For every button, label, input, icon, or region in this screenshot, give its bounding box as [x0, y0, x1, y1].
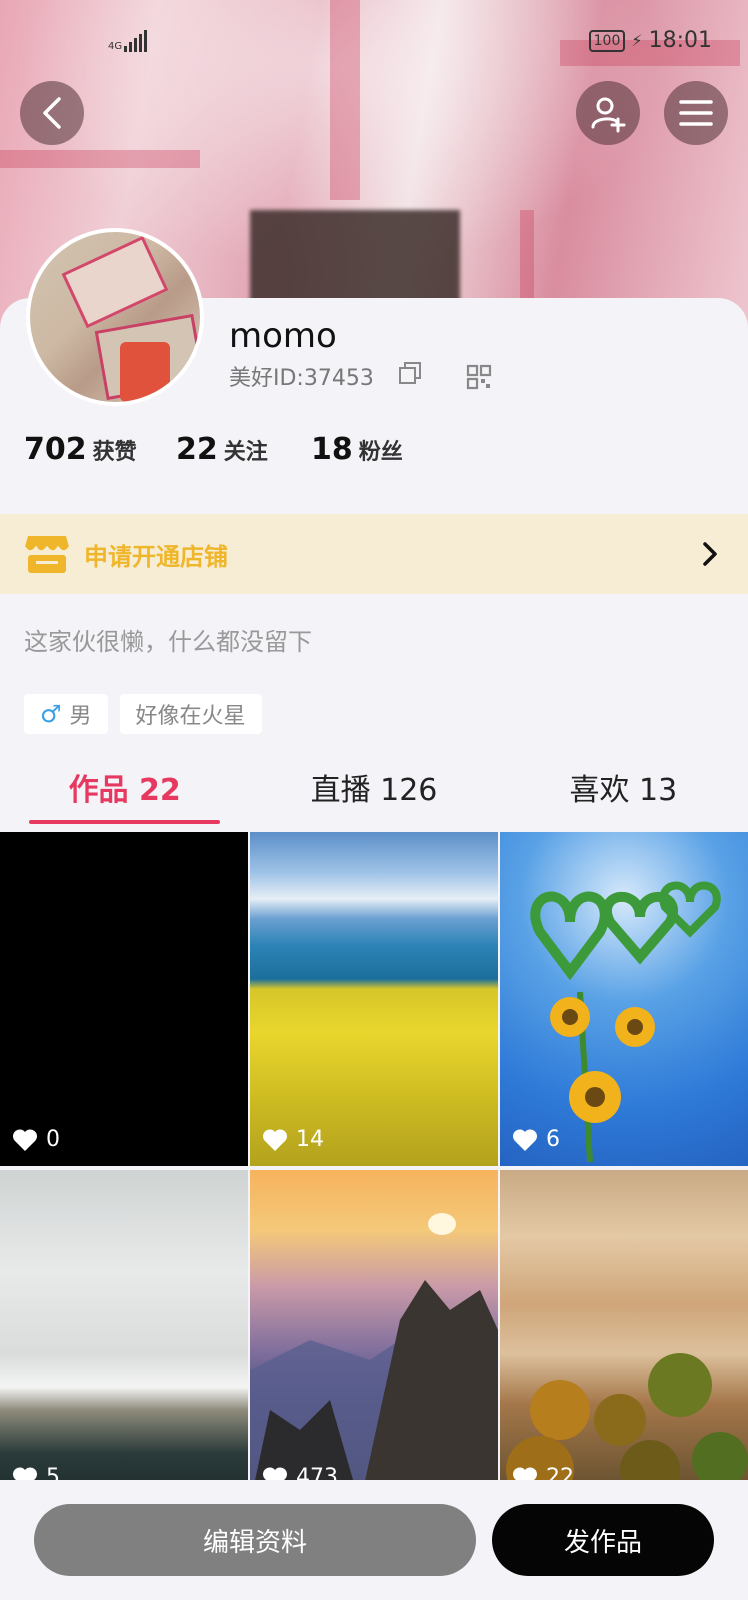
charging-icon: ⚡	[631, 31, 643, 50]
open-shop-label: 申请开通店铺	[84, 542, 228, 571]
open-shop-banner[interactable]: 申请开通店铺	[0, 514, 748, 594]
shop-icon	[24, 536, 70, 573]
heart-icon	[262, 1128, 288, 1151]
edit-profile-button[interactable]: 编辑资料	[34, 1504, 476, 1576]
male-icon: ♂	[40, 700, 62, 728]
desert-graphic	[506, 1353, 748, 1482]
mountain-graphic	[250, 1213, 498, 1482]
battery-icon: 100	[588, 29, 626, 52]
menu-button[interactable]	[664, 81, 728, 145]
active-tab-indicator	[29, 820, 221, 824]
video-thumbnail[interactable]: 14	[250, 832, 498, 1166]
tab-live[interactable]: 直播 126	[249, 768, 498, 824]
status-bar: 4G 100 ⚡ 18:01	[0, 28, 748, 60]
username: momo	[229, 316, 337, 356]
chevron-left-icon	[43, 97, 61, 129]
stat-followers[interactable]: 18 粉丝	[311, 432, 403, 467]
user-id: 美好ID:37453	[229, 366, 374, 391]
video-thumbnail[interactable]: 473	[250, 1170, 498, 1482]
stat-following[interactable]: 22 关注	[176, 432, 311, 467]
video-thumbnail[interactable]: 5	[0, 1170, 248, 1482]
bio-text: 这家伙很懒，什么都没留下	[24, 628, 312, 656]
gender-tag: ♂ 男	[24, 694, 108, 734]
heart-icon	[12, 1128, 38, 1151]
video-thumbnail[interactable]: 22	[500, 1170, 748, 1482]
chevron-right-icon	[703, 542, 717, 566]
video-thumbnail[interactable]: 6	[500, 832, 748, 1166]
flower-graphic	[530, 881, 721, 1163]
video-thumbnail[interactable]: 0	[0, 832, 248, 1166]
add-user-icon	[591, 97, 626, 133]
profile-tags: ♂ 男 好像在火星	[24, 694, 262, 734]
content-tabs: 作品 22 直播 126 喜欢 13	[0, 768, 748, 824]
hamburger-menu-icon	[679, 100, 713, 126]
tab-likes[interactable]: 喜欢 13	[499, 768, 748, 824]
post-work-button[interactable]: 发作品	[492, 1504, 714, 1576]
copy-icon[interactable]	[398, 361, 422, 385]
works-grid: 0 14 6 5 473 22	[0, 832, 748, 1482]
signal-icon: 4G	[108, 30, 148, 52]
stat-likes[interactable]: 702 获赞	[24, 432, 176, 467]
profile-stats: 702 获赞 22 关注 18 粉丝	[24, 432, 403, 467]
location-tag: 好像在火星	[119, 694, 262, 734]
qr-code-icon[interactable]	[466, 364, 492, 390]
add-friend-button[interactable]	[576, 81, 640, 145]
back-button[interactable]	[20, 81, 84, 145]
bottom-action-bar: 编辑资料 发作品	[0, 1480, 748, 1600]
clock: 18:01	[648, 28, 712, 53]
avatar[interactable]	[26, 228, 204, 406]
heart-icon	[512, 1128, 538, 1151]
tab-works[interactable]: 作品 22	[0, 768, 249, 824]
